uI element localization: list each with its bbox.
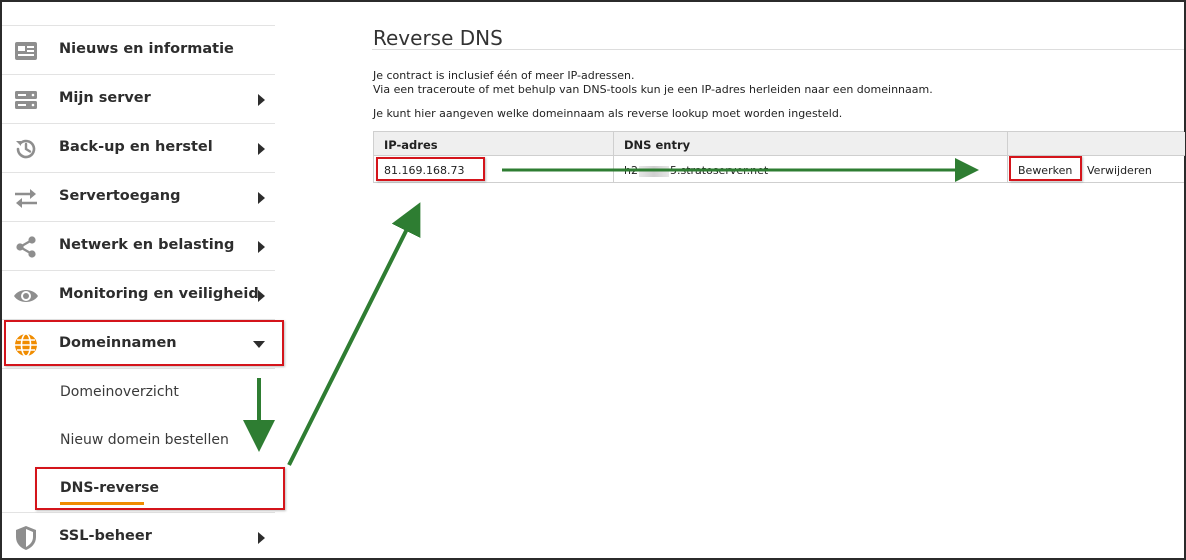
column-divider <box>613 132 614 182</box>
chevron-down-icon <box>253 341 265 348</box>
sidebar-item-label: Domeinnamen <box>59 335 177 351</box>
subnav-item-dns-reverse[interactable]: DNS-reverse <box>60 480 159 505</box>
subnav-item-label: DNS-reverse <box>60 480 159 496</box>
active-underline <box>60 502 144 505</box>
reverse-dns-table: IP-adres DNS entry 81.169.168.73 h2 5.str… <box>373 131 1185 183</box>
redacted-text <box>638 165 669 177</box>
history-icon <box>13 136 39 162</box>
dns-entry-prefix: h2 <box>624 164 638 177</box>
chevron-right-icon <box>258 532 265 544</box>
ip-address-cell: 81.169.168.73 <box>384 164 465 177</box>
chevron-right-icon <box>258 241 265 253</box>
sidebar-item-ssl[interactable]: SSL-beheer <box>2 512 275 560</box>
dns-entry-cell: h2 5.stratoserver.net <box>624 164 768 177</box>
chevron-right-icon <box>258 192 265 204</box>
sidebar-item-label: Nieuws en informatie <box>59 41 234 57</box>
chevron-right-icon <box>258 290 265 302</box>
transfer-arrows-icon <box>13 185 39 211</box>
newspaper-icon <box>13 38 39 64</box>
intro-line: Je contract is inclusief één of meer IP-… <box>373 69 635 82</box>
shield-icon <box>13 525 39 551</box>
edit-link[interactable]: Bewerken <box>1018 164 1072 177</box>
table-header: IP-adres DNS entry <box>374 132 1185 156</box>
intro-line: Via een traceroute of met behulp van DNS… <box>373 83 933 96</box>
main-content: Reverse DNS Je contract is inclusief één… <box>372 0 1185 560</box>
sidebar-item-monitoring[interactable]: Monitoring en veiligheid <box>2 271 275 320</box>
sidebar-item-netwerk[interactable]: Netwerk en belasting <box>2 222 275 271</box>
globe-icon <box>13 332 39 358</box>
sidebar-item-backup[interactable]: Back-up en herstel <box>2 124 275 173</box>
intro-text: Je contract is inclusief één of meer IP-… <box>373 69 933 97</box>
sidebar-item-label: SSL-beheer <box>59 528 152 544</box>
share-icon <box>13 234 39 260</box>
sidebar-item-mijn-server[interactable]: Mijn server <box>2 75 275 124</box>
chevron-right-icon <box>258 143 265 155</box>
sidebar-item-label: Servertoegang <box>59 188 181 204</box>
dns-entry-suffix: 5.stratoserver.net <box>669 164 769 177</box>
sidebar-item-servertoegang[interactable]: Servertoegang <box>2 173 275 222</box>
sidebar-item-nieuws[interactable]: Nieuws en informatie <box>2 26 275 75</box>
sidebar-item-label: Monitoring en veiligheid <box>59 286 259 302</box>
column-header-dns: DNS entry <box>624 138 691 152</box>
eye-icon <box>13 283 39 309</box>
sidebar-item-label: Netwerk en belasting <box>59 237 235 253</box>
subnav-item-nieuw-domein[interactable]: Nieuw domein bestellen <box>60 432 229 452</box>
sidebar: Nieuws en informatie Mijn server Back-up… <box>2 2 275 558</box>
sidebar-item-domeinnamen[interactable]: Domeinnamen <box>2 320 275 369</box>
page-title: Reverse DNS <box>373 26 503 50</box>
sidebar-item-label: Mijn server <box>59 90 151 106</box>
server-icon <box>13 87 39 113</box>
title-divider <box>372 49 1184 50</box>
subnav-item-domeinoverzicht[interactable]: Domeinoverzicht <box>60 384 179 404</box>
sidebar-item-label: Back-up en herstel <box>59 139 213 155</box>
column-divider <box>1007 132 1008 182</box>
intro-line: Je kunt hier aangeven welke domeinnaam a… <box>373 107 843 120</box>
column-header-ip: IP-adres <box>384 138 438 152</box>
delete-link[interactable]: Verwijderen <box>1087 164 1152 177</box>
chevron-right-icon <box>258 94 265 106</box>
